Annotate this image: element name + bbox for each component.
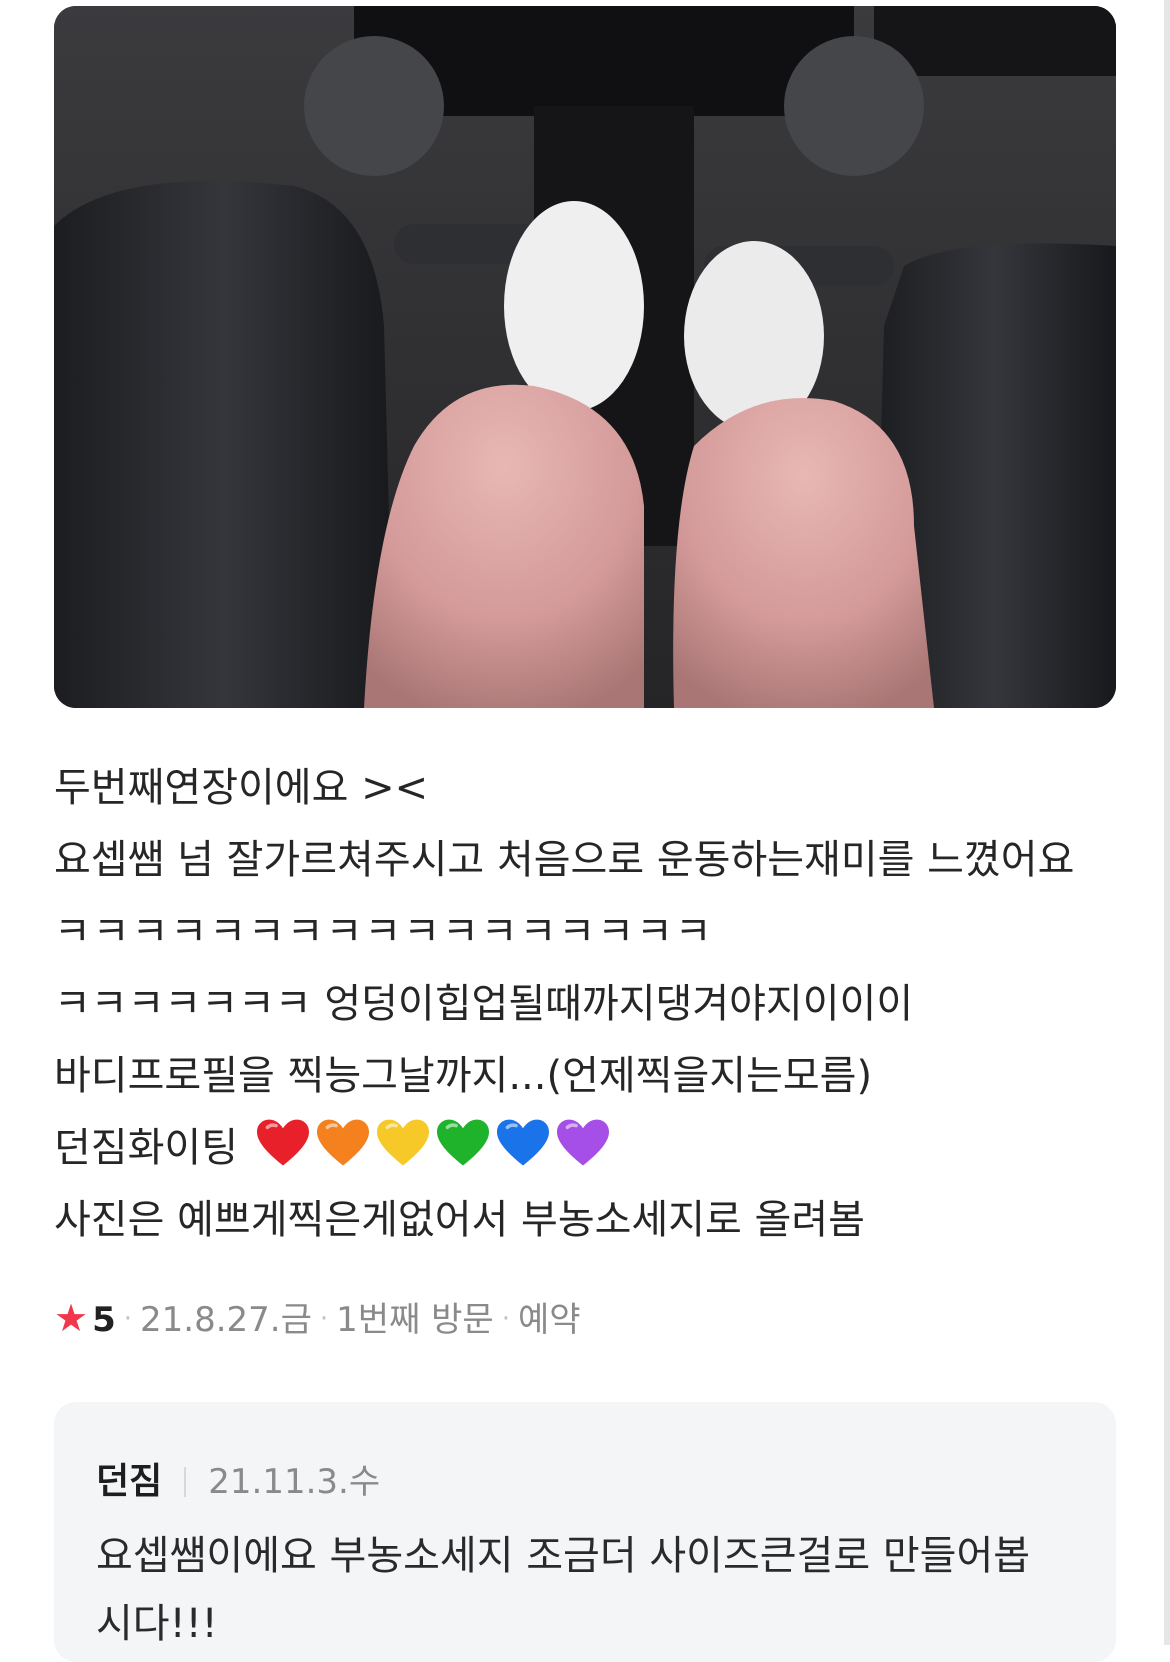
leg-press-photo-illustration (54, 6, 1116, 708)
separator-dot: · (123, 1304, 133, 1334)
review-line: 두번째연장이에요 >< (54, 765, 429, 811)
review-line: ㅋㅋㅋㅋㅋㅋㅋ 엉덩이힙업될때까지댕겨야지이이이 (54, 981, 914, 1027)
reply-date: 21.11.3.수 (208, 1462, 381, 1502)
blue-heart-icon (495, 1117, 551, 1169)
red-heart-icon (255, 1117, 311, 1169)
review-line: 요셉쌤 넘 잘가르쳐주시고 처음으로 운동하는재미를 느꼈어요 (54, 837, 1075, 883)
page-edge-divider (1164, 0, 1170, 1645)
visit-count: 1번째 방문 (336, 1300, 494, 1340)
reply-divider (184, 1467, 187, 1497)
review-photo[interactable] (54, 6, 1116, 708)
review-line: ㅋㅋㅋㅋㅋㅋㅋㅋㅋㅋㅋㅋㅋㅋㅋㅋㅋ (54, 909, 714, 955)
review-line: 던짐화이팅 (54, 1125, 238, 1171)
yellow-heart-icon (375, 1117, 431, 1169)
reply-header: 던짐 21.11.3.수 (96, 1454, 380, 1510)
heart-emoji-row (251, 1119, 611, 1171)
rating-value: 5 (92, 1300, 116, 1340)
owner-reply: 던짐 21.11.3.수 요셉쌤이에요 부농소세지 조금더 사이즈큰걸로 만들어봅… (54, 1402, 1116, 1662)
purple-heart-icon (555, 1117, 611, 1169)
reply-author: 던짐 (96, 1461, 163, 1502)
review-line-with-hearts: 던짐화이팅 (54, 1112, 1114, 1184)
green-heart-icon (435, 1117, 491, 1169)
review-line: 사진은 예쁘게찍은게없어서 부농소세지로 올려봄 (54, 1197, 865, 1243)
separator-dot: · (501, 1304, 510, 1334)
visit-date: 21.8.27.금 (140, 1300, 312, 1340)
separator-dot: · (319, 1304, 329, 1334)
visit-type: 예약 (517, 1300, 581, 1340)
review-line: 바디프로필을 찍능그날까지...(언제찍을지는모름) (54, 1053, 873, 1099)
review-meta: ★ 5 · 21.8.27.금 · 1번째 방문 · 예약 (54, 1288, 581, 1348)
star-icon: ★ (54, 1296, 89, 1340)
reply-text: 요셉쌤이에요 부농소세지 조금더 사이즈큰걸로 만들어봅시다!!! (96, 1533, 1031, 1647)
orange-heart-icon (315, 1117, 371, 1169)
review-text: 두번째연장이에요 >< 요셉쌤 넘 잘가르쳐주시고 처음으로 운동하는재미를 느… (54, 752, 1114, 1256)
